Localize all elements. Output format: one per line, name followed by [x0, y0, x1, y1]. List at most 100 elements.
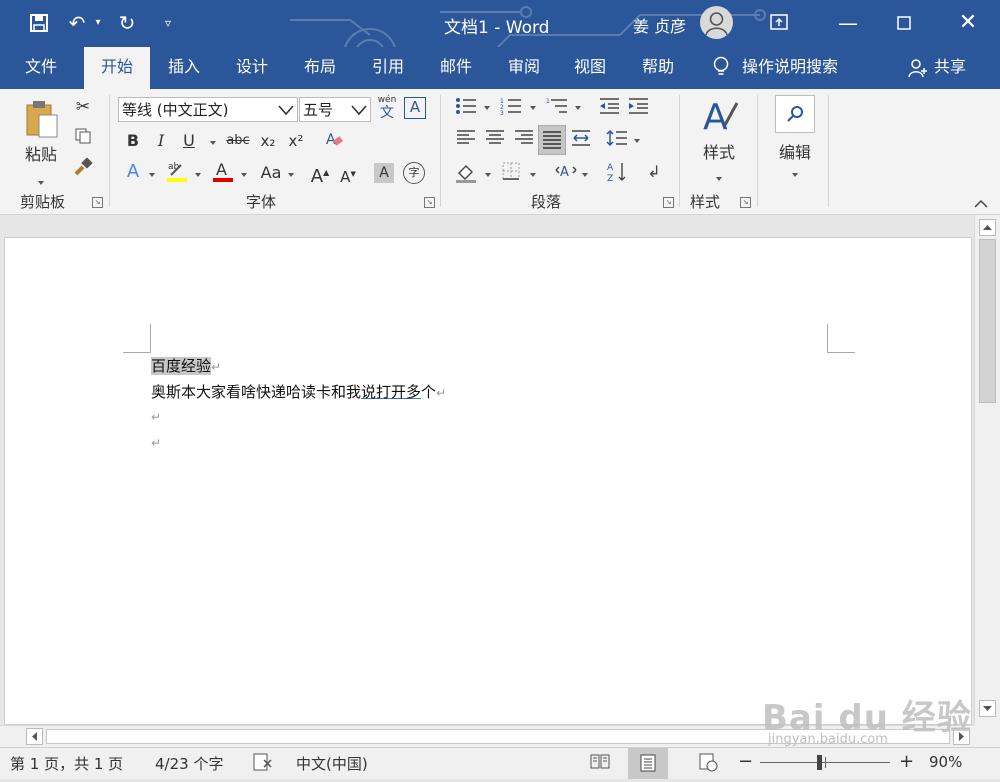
- zoom-level[interactable]: 90%: [929, 753, 962, 771]
- close-icon[interactable]: ✕: [940, 0, 996, 47]
- collapse-ribbon-icon[interactable]: [972, 195, 990, 209]
- proofing-icon[interactable]: [252, 752, 274, 776]
- zoom-slider-thumb[interactable]: [817, 755, 822, 770]
- customize-toolbar-icon[interactable]: ▿: [156, 10, 180, 36]
- undo-icon[interactable]: ↶: [64, 10, 90, 36]
- subscript-button[interactable]: x₂: [256, 129, 280, 153]
- lightbulb-icon[interactable]: [706, 47, 736, 89]
- change-case-button[interactable]: Aa: [256, 161, 286, 185]
- align-left-icon[interactable]: [455, 129, 477, 151]
- zoom-in-button[interactable]: +: [899, 751, 914, 772]
- chevron-down-icon[interactable]: [195, 173, 201, 177]
- styles-button[interactable]: A 样式: [692, 95, 746, 185]
- sort-icon[interactable]: AZ: [606, 161, 628, 184]
- phonetic-guide-button[interactable]: wén 文: [376, 95, 398, 123]
- clipboard-launcher-icon[interactable]: ↘: [92, 197, 103, 208]
- share-icon[interactable]: [906, 47, 930, 89]
- tell-me-search[interactable]: 操作说明搜索: [742, 47, 852, 89]
- chevron-down-icon[interactable]: [484, 106, 490, 110]
- tab-layout[interactable]: 布局: [288, 47, 352, 89]
- clear-formatting-icon[interactable]: A: [322, 129, 346, 153]
- tab-view[interactable]: 视图: [558, 47, 622, 89]
- grow-font-icon[interactable]: A▲: [308, 161, 332, 187]
- paragraph-line-2[interactable]: 奥斯本大家看啥快递哈读卡和我说打开多个↵: [151, 381, 446, 402]
- font-launcher-icon[interactable]: ↘: [424, 197, 435, 208]
- character-shading-icon[interactable]: A: [374, 163, 394, 183]
- align-right-icon[interactable]: [513, 129, 535, 151]
- chevron-down-icon[interactable]: [485, 173, 491, 177]
- selected-text[interactable]: 百度经验: [151, 357, 212, 375]
- strikethrough-button[interactable]: abc: [223, 129, 253, 153]
- tab-insert[interactable]: 插入: [152, 47, 216, 89]
- increase-indent-icon[interactable]: [627, 97, 649, 117]
- ribbon-display-icon[interactable]: [751, 0, 807, 47]
- chevron-down-icon[interactable]: [634, 139, 640, 143]
- share-button[interactable]: 共享: [934, 47, 974, 89]
- distributed-icon[interactable]: [570, 129, 592, 151]
- minimize-icon[interactable]: —: [820, 0, 876, 47]
- decrease-indent-icon[interactable]: [598, 97, 620, 117]
- font-name-combo[interactable]: 等线 (中文正文): [118, 97, 298, 122]
- paragraph-launcher-icon[interactable]: ↘: [663, 197, 674, 208]
- chevron-down-icon[interactable]: [530, 106, 536, 110]
- tab-home[interactable]: 开始: [84, 47, 150, 89]
- tab-mailings[interactable]: 邮件: [424, 47, 488, 89]
- tab-file[interactable]: 文件: [10, 47, 72, 89]
- scroll-left-icon[interactable]: [26, 728, 43, 745]
- document-page[interactable]: 百度经验↵ 奥斯本大家看啥快递哈读卡和我说打开多个↵ ↵ ↵: [4, 237, 972, 725]
- web-layout-icon[interactable]: [698, 752, 718, 776]
- chevron-down-icon[interactable]: [575, 106, 581, 110]
- font-size-combo[interactable]: 五号: [299, 97, 371, 122]
- tab-design[interactable]: 设计: [220, 47, 284, 89]
- font-color-icon[interactable]: A: [210, 159, 236, 185]
- editing-button[interactable]: 编辑: [768, 95, 822, 185]
- chevron-down-icon[interactable]: [288, 173, 294, 177]
- maximize-icon[interactable]: [876, 0, 932, 47]
- language-indicator[interactable]: 中文(中国): [296, 753, 368, 774]
- numbering-icon[interactable]: 123: [500, 97, 522, 117]
- tab-help[interactable]: 帮助: [626, 47, 690, 89]
- chevron-down-icon[interactable]: [210, 141, 216, 145]
- read-mode-icon[interactable]: [590, 752, 610, 774]
- justify-icon[interactable]: [538, 125, 566, 155]
- bullets-icon[interactable]: [455, 97, 477, 117]
- tab-review[interactable]: 审阅: [492, 47, 556, 89]
- chevron-down-icon[interactable]: [582, 173, 588, 177]
- character-border-icon[interactable]: A: [404, 97, 426, 119]
- underline-button[interactable]: U: [178, 129, 200, 153]
- grammar-underlined-text[interactable]: 说打开多: [361, 383, 421, 401]
- paste-button[interactable]: 粘贴: [18, 97, 64, 187]
- shading-icon[interactable]: [455, 161, 477, 183]
- chevron-down-icon[interactable]: [241, 173, 247, 177]
- paragraph-line-1[interactable]: 百度经验↵: [151, 355, 221, 376]
- shrink-font-icon[interactable]: A▼: [336, 161, 360, 186]
- scroll-up-icon[interactable]: [979, 219, 996, 236]
- format-painter-icon[interactable]: [72, 157, 94, 179]
- redo-icon[interactable]: ↻: [114, 10, 140, 36]
- zoom-out-button[interactable]: −: [738, 751, 753, 772]
- user-name[interactable]: 姜 贞彦: [633, 13, 686, 37]
- highlight-color-icon[interactable]: ab: [164, 159, 190, 185]
- superscript-button[interactable]: x²: [284, 129, 308, 153]
- scroll-thumb[interactable]: [979, 239, 996, 403]
- cut-icon[interactable]: ✂: [72, 97, 94, 119]
- vertical-scrollbar[interactable]: [974, 215, 1000, 725]
- borders-icon[interactable]: [500, 161, 522, 183]
- line-spacing-icon[interactable]: [606, 129, 628, 151]
- enclose-characters-icon[interactable]: 字: [403, 162, 425, 184]
- multilevel-list-icon[interactable]: 1: [546, 97, 568, 117]
- save-icon[interactable]: [26, 10, 52, 36]
- styles-launcher-icon[interactable]: ↘: [740, 197, 751, 208]
- chevron-down-icon[interactable]: [149, 173, 155, 177]
- text-effects-icon[interactable]: A: [122, 161, 144, 185]
- show-marks-icon[interactable]: ↲: [643, 161, 665, 183]
- italic-button[interactable]: I: [150, 129, 172, 153]
- word-count[interactable]: 4/23 个字: [155, 753, 223, 774]
- tab-references[interactable]: 引用: [356, 47, 420, 89]
- avatar[interactable]: [700, 6, 733, 39]
- chevron-down-icon[interactable]: [530, 173, 536, 177]
- paragraph-line-3[interactable]: ↵: [151, 407, 161, 425]
- copy-icon[interactable]: [72, 127, 94, 149]
- paragraph-line-4[interactable]: ↵: [151, 433, 161, 451]
- align-center-icon[interactable]: [484, 129, 506, 151]
